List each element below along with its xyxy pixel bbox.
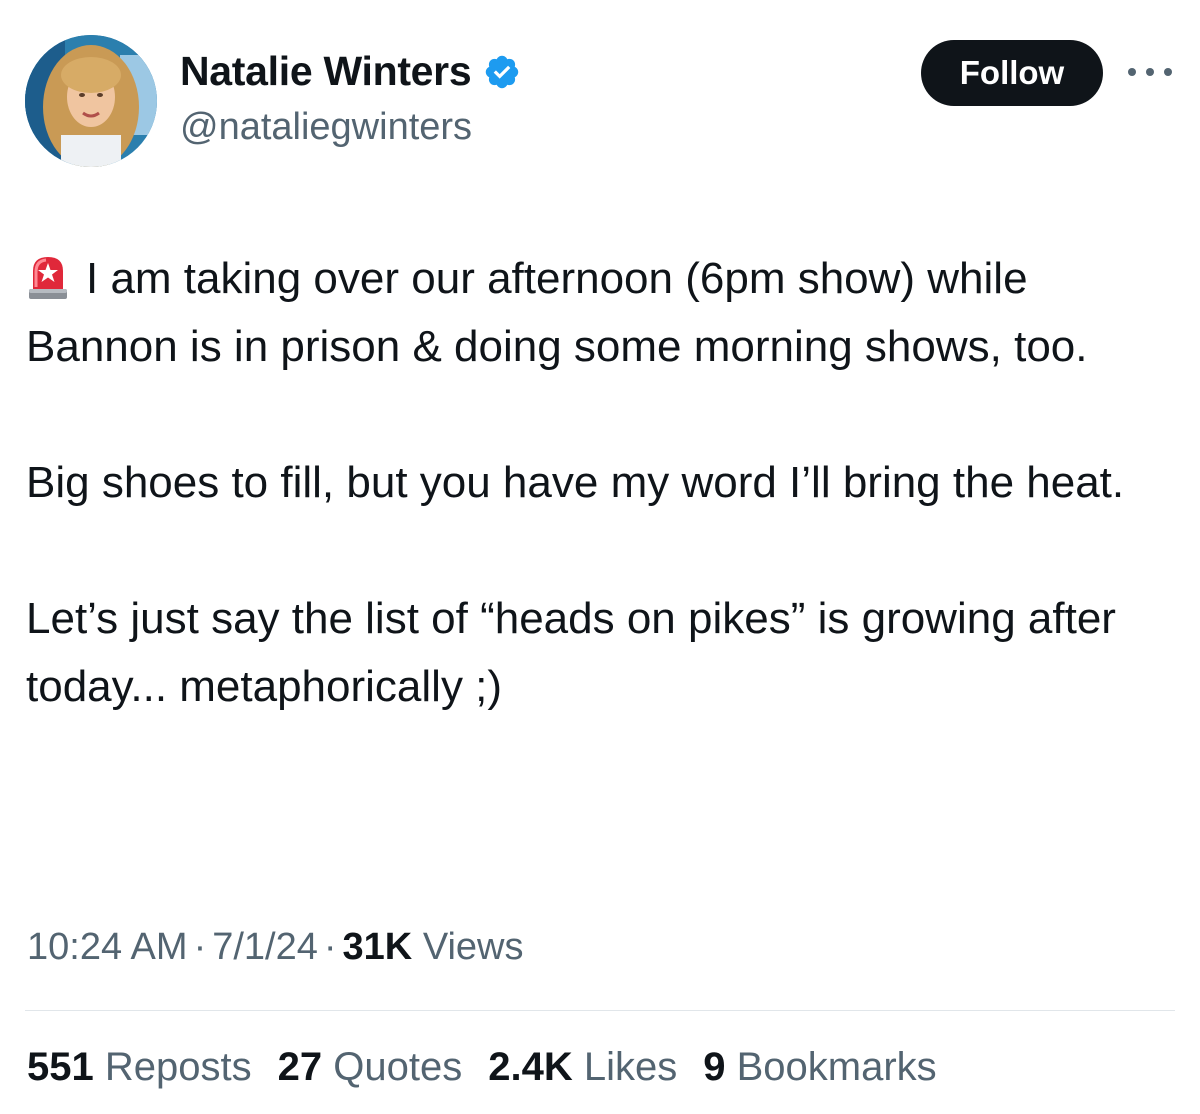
author-name-row: Natalie Winters — [180, 48, 521, 95]
tweet-text: I am taking over our afternoon (6pm show… — [26, 245, 1186, 721]
author-handle[interactable]: @nataliegwinters — [180, 106, 472, 149]
tweet-paragraph: Big shoes to fill, but you have my word … — [26, 458, 1125, 507]
siren-icon — [26, 251, 70, 301]
tweet-meta: 10:24 AM · 7/1/24 · 31K Views — [27, 926, 524, 969]
avatar-photo — [25, 35, 157, 167]
follow-button[interactable]: Follow — [921, 40, 1103, 106]
avatar[interactable] — [25, 35, 157, 167]
tweet-card: Natalie Winters @nataliegwinters Follow … — [0, 0, 1200, 1114]
views-count: 31K — [342, 926, 413, 968]
tweet-date[interactable]: 7/1/24 — [212, 926, 318, 968]
stat-bookmarks[interactable]: 9 Bookmarks — [703, 1045, 936, 1090]
views-label[interactable]: Views — [423, 926, 524, 968]
engagement-stats: 551 Reposts 27 Quotes 2.4K Likes 9 Bookm… — [27, 1045, 937, 1090]
tweet-paragraph: Let’s just say the list of “heads on pik… — [26, 594, 1116, 711]
stat-likes[interactable]: 2.4K Likes — [488, 1045, 677, 1090]
stat-quotes[interactable]: 27 Quotes — [278, 1045, 463, 1090]
display-name[interactable]: Natalie Winters — [180, 48, 472, 95]
separator-dot: · — [193, 926, 207, 968]
tweet-paragraph: I am taking over our afternoon (6pm show… — [26, 245, 1186, 381]
more-horizontal-icon[interactable] — [1128, 60, 1172, 84]
stat-reposts[interactable]: 551 Reposts — [27, 1045, 252, 1090]
separator-dot: · — [323, 926, 337, 968]
divider — [25, 1010, 1175, 1011]
verified-badge-icon[interactable] — [483, 53, 521, 91]
tweet-time[interactable]: 10:24 AM — [27, 926, 188, 968]
